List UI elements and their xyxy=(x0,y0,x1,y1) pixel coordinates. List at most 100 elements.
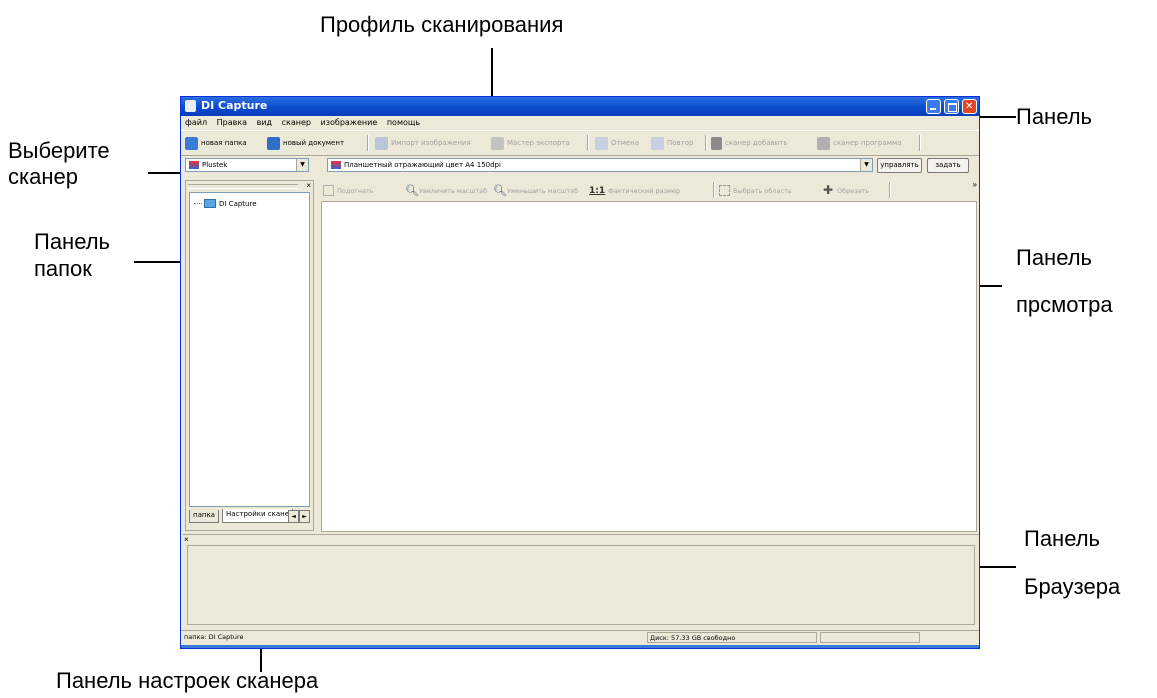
crop-icon: ✚ xyxy=(823,183,834,197)
annotation-folder-panel-line1: Панель xyxy=(34,229,111,254)
close-icon[interactable]: × xyxy=(184,535,189,544)
panel-grip[interactable] xyxy=(188,184,298,189)
annotation-browser-panel-line1: Панель xyxy=(1024,526,1101,551)
fit-label: Подогнать xyxy=(337,186,374,195)
zoom-in-button[interactable]: 🔍︎ Увеличить масштаб xyxy=(405,183,487,198)
status-disk: Диск: 57.33 GB свободно xyxy=(647,632,817,643)
tree-node-root[interactable]: DI Capture xyxy=(194,199,257,208)
export-wizard-button[interactable]: Мастер экспорта xyxy=(491,135,570,151)
folder-panel-tabs: папка Настройки скане ◄ ► xyxy=(189,509,310,526)
add-scanner-icon xyxy=(711,136,722,150)
folder-panel: × DI Capture папка Настройки скане ◄ ► xyxy=(185,180,314,531)
new-document-label: новый документ xyxy=(283,139,345,147)
view-panel[interactable] xyxy=(321,201,977,532)
fit-icon xyxy=(323,185,334,196)
view-toolbar: Подогнать 🔍︎ Увеличить масштаб 🔍︎ Уменьшит… xyxy=(319,180,977,200)
menu-bar: файл Правка вид сканер изображение помощ… xyxy=(181,116,979,129)
scanner-program-button[interactable]: сканер программа xyxy=(817,135,901,151)
menu-edit[interactable]: Правка xyxy=(213,116,250,127)
window-title: DI Capture xyxy=(201,99,268,112)
redo-label: Повтор xyxy=(667,139,694,147)
add-scanner-button[interactable]: сканер добавить xyxy=(711,135,788,151)
zoom-out-button[interactable]: 🔍︎ Уменьшить масштаб xyxy=(493,183,578,198)
redo-button[interactable]: Повтор xyxy=(651,135,693,151)
zoom-in-icon: 🔍︎ xyxy=(405,184,419,197)
scanner-icon xyxy=(189,161,199,169)
tab-folder[interactable]: папка xyxy=(189,510,219,523)
scan-profile-dropdown[interactable]: Планшетный отражающий цвет A4 150dpi ▼ xyxy=(327,158,873,172)
folder-tree: DI Capture xyxy=(189,192,310,507)
set-button[interactable]: задать xyxy=(927,158,969,173)
status-empty-cell xyxy=(820,632,920,643)
scan-profile-value: Планшетный отражающий цвет A4 150dpi xyxy=(344,161,501,169)
scanner-selected-value: Plustek xyxy=(202,161,228,169)
add-scanner-label: сканер добавить xyxy=(725,139,788,147)
new-folder-label: новая папка xyxy=(201,139,247,147)
chevron-down-icon[interactable]: ▼ xyxy=(860,159,872,171)
chevron-down-icon[interactable]: ▼ xyxy=(296,159,308,171)
undo-button[interactable]: Отмена xyxy=(595,135,639,151)
scanner-program-icon xyxy=(817,136,830,150)
select-area-icon xyxy=(719,185,730,196)
actual-size-icon: 1:1 xyxy=(589,185,606,196)
minimize-button[interactable] xyxy=(926,99,941,114)
scanner-dropdown[interactable]: Plustek ▼ xyxy=(185,158,309,172)
actual-size-button[interactable]: 1:1 Фактический размер xyxy=(589,183,680,198)
annotation-view-panel-line1: Панель xyxy=(1016,245,1093,270)
tree-node-label: DI Capture xyxy=(219,199,257,208)
menu-image[interactable]: изображение xyxy=(317,116,381,127)
menu-scanner[interactable]: сканер xyxy=(278,116,314,127)
zoom-out-label: Уменьшить масштаб xyxy=(507,186,578,195)
close-icon[interactable]: × xyxy=(306,181,311,190)
app-icon xyxy=(185,100,196,112)
tab-scroll-right-icon[interactable]: ► xyxy=(299,510,310,523)
zoom-out-icon: 🔍︎ xyxy=(493,184,507,197)
menu-help[interactable]: помощь xyxy=(383,116,423,127)
undo-icon xyxy=(595,136,608,150)
new-folder-button[interactable]: новая папка xyxy=(185,135,247,151)
status-folder: папка: DI Capture xyxy=(184,633,244,641)
tab-scanner-settings[interactable]: Настройки скане xyxy=(222,509,294,523)
export-wizard-label: Мастер экспорта xyxy=(507,139,570,147)
toolbar-overflow-icon[interactable]: » xyxy=(973,180,977,189)
select-area-button[interactable]: Выбрать область xyxy=(719,183,792,198)
annotation-browser-panel-line2: Браузера xyxy=(1024,574,1121,599)
profile-icon xyxy=(331,161,341,169)
zoom-in-label: Увеличить масштаб xyxy=(419,186,488,195)
menu-view[interactable]: вид xyxy=(253,116,275,127)
browser-panel-content[interactable] xyxy=(187,545,975,625)
redo-icon xyxy=(651,136,664,150)
import-images-button[interactable]: Импорт изображения xyxy=(375,135,471,151)
close-button[interactable] xyxy=(962,99,977,114)
select-area-label: Выбрать область xyxy=(733,186,792,195)
export-icon xyxy=(491,136,504,150)
new-document-button[interactable]: новый документ xyxy=(267,135,344,151)
annotation-select-scanner-line2: сканер xyxy=(8,164,78,189)
app-window: DI Capture файл Правка вид сканер изобра… xyxy=(180,96,980,649)
scanner-selection-bar: Plustek ▼ Планшетный отражающий цвет A4 … xyxy=(181,155,979,177)
status-bar: папка: DI Capture Диск: 57.33 GB свободн… xyxy=(181,630,979,645)
import-icon xyxy=(375,136,388,150)
new-document-icon xyxy=(267,136,280,150)
annotation-select-scanner-line1: Выберите xyxy=(8,138,110,163)
menu-file[interactable]: файл xyxy=(181,116,210,127)
crop-button[interactable]: ✚ Обрезать xyxy=(823,183,869,198)
crop-label: Обрезать xyxy=(837,186,870,195)
new-folder-icon xyxy=(185,136,198,150)
annotation-folder-panel-line2: папок xyxy=(34,256,92,281)
maximize-button[interactable] xyxy=(944,99,959,114)
annotation-scanner-settings-panel: Панель настроек сканера xyxy=(56,668,319,693)
browser-panel: × xyxy=(183,534,979,628)
tab-scroll-left-icon[interactable]: ◄ xyxy=(288,510,299,523)
folder-icon xyxy=(204,199,216,208)
annotation-view-panel-line2: прсмотра xyxy=(1016,292,1113,317)
scanner-program-label: сканер программа xyxy=(833,139,902,147)
manage-button[interactable]: управлять xyxy=(877,158,922,173)
fit-button[interactable]: Подогнать xyxy=(323,183,374,198)
annotation-panel: Панель xyxy=(1016,104,1093,129)
import-images-label: Импорт изображения xyxy=(391,139,471,147)
actual-size-label: Фактический размер xyxy=(608,186,681,195)
undo-label: Отмена xyxy=(611,139,640,147)
annotation-scan-profile: Профиль сканирования xyxy=(320,12,564,37)
title-bar[interactable]: DI Capture xyxy=(181,97,979,116)
